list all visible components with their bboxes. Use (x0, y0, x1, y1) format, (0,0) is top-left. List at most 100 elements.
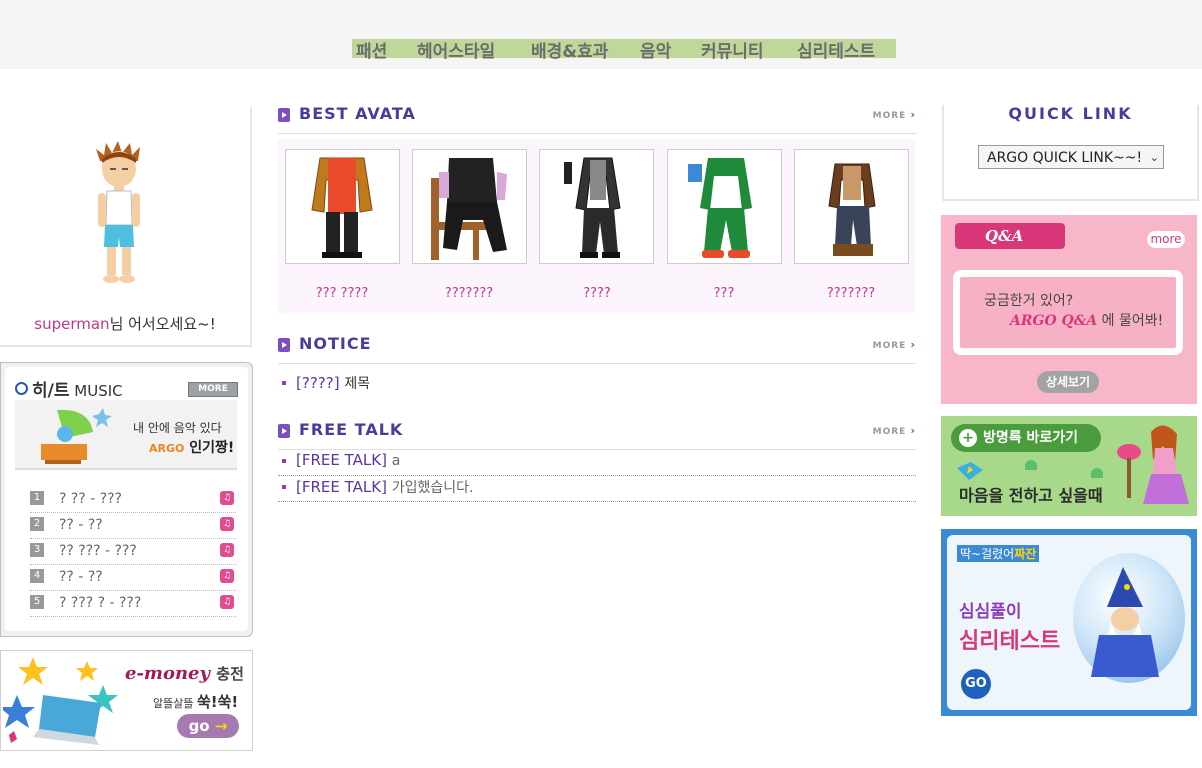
headphone-icon[interactable]: ♫ (220, 517, 234, 531)
heart-icon (1025, 460, 1037, 470)
rank-number: 5 (30, 595, 44, 609)
psych-test-top: 딱~걸렸어짜잔 (957, 545, 1040, 562)
free-talk-category[interactable]: [FREE TALK] (296, 451, 387, 469)
music-row[interactable]: 2 ?? - ?? ♫ (30, 513, 236, 539)
list-bullet-icon (282, 459, 286, 463)
psych-test-go-button[interactable]: GO (961, 669, 991, 699)
qa-line2-rest: 에 물어봐! (1097, 313, 1164, 329)
avata-thumbnail[interactable] (794, 149, 909, 264)
notice-item-line[interactable]: [????] 제목 (296, 373, 370, 393)
nav-background-effect[interactable]: 배경&효과 (531, 37, 608, 62)
chevron-right-icon: › (910, 424, 916, 437)
headphone-icon[interactable]: ♫ (220, 569, 234, 583)
arrow-right-icon: → (214, 717, 228, 735)
headphone-icon[interactable]: ♫ (220, 491, 234, 505)
music-more-button[interactable]: MORE (188, 382, 238, 397)
envelope-icon (957, 462, 983, 480)
psych-test-line1: 심심풀이 (959, 602, 1022, 622)
free-talk-text[interactable]: 가입했습니다. (392, 480, 474, 496)
headphone-icon[interactable]: ♫ (220, 595, 234, 609)
music-banner-popular: 인기짱! (189, 440, 235, 456)
username[interactable]: superman (34, 315, 109, 333)
hit-music-panel: 히/트 MUSIC MORE 내 안에 음악 있다 ARGO 인기짱! 1 ? ?… (5, 367, 248, 631)
free-talk-text[interactable]: a (392, 453, 401, 469)
avata-outfit-image (828, 163, 876, 256)
qa-detail-button[interactable]: 상세보기 (1037, 371, 1099, 393)
nav-hairstyle[interactable]: 헤어스타일 (417, 37, 495, 62)
notice-text[interactable]: 제목 (344, 376, 370, 392)
emoney-banner[interactable]: e-money 충전 알뜰살뜰 쑥!쑥! go → (0, 650, 253, 751)
free-talk-item-line[interactable]: [FREE TALK] 가입했습니다. (296, 477, 473, 497)
best-avata-header: BEST AVATA MORE › (278, 104, 916, 134)
psych-test-top-bold: 짜잔 (1014, 547, 1037, 561)
chevron-right-icon: › (910, 108, 916, 121)
stars-laptop-icon (3, 657, 118, 745)
rank-number: 1 (30, 491, 44, 505)
song-title[interactable]: ? ?? - ??? (59, 491, 122, 507)
rank-number: 2 (30, 517, 44, 531)
chevron-right-icon: › (910, 338, 916, 351)
guestbook-banner[interactable]: 방명록 바로가기 마음을 전하고 싶을때 (941, 416, 1197, 516)
emoney-brand: e-money (125, 663, 210, 684)
chevron-down-icon: ⌄ (1149, 151, 1159, 164)
avata-thumbnail[interactable] (667, 149, 782, 264)
best-avata-more[interactable]: MORE › (873, 108, 916, 121)
avata-outfit-image (688, 158, 752, 258)
avata-outfit-image (311, 157, 373, 258)
song-title[interactable]: ?? ??? - ??? (59, 543, 137, 559)
greeting-suffix: 님 어서오세요~! (109, 315, 216, 333)
avata-thumbnail[interactable] (285, 149, 400, 264)
avata-caption[interactable]: ???? (533, 286, 661, 301)
qa-banner[interactable]: Q&A more 궁금한거 있어? ARGO Q&A 에 물어봐! 상세보기 (941, 215, 1197, 404)
music-row[interactable]: 3 ?? ??? - ??? ♫ (30, 539, 236, 565)
quick-link-title: QUICK LINK (1008, 104, 1133, 123)
wizard-icon (1091, 567, 1159, 677)
top-bar: 패션 헤어스타일 배경&효과 음악 커뮤니티 심리테스트 (0, 0, 1202, 69)
headphone-icon[interactable]: ♫ (220, 543, 234, 557)
qa-more-button[interactable]: more (1147, 231, 1185, 248)
psych-test-banner[interactable]: 딱~걸렸어짜잔 심심풀이 심리테스트 GO (941, 529, 1197, 716)
user-avatar (96, 141, 140, 283)
quick-link-select[interactable]: ARGO QUICK LINK~~! ⌄ (978, 145, 1164, 169)
free-talk-item-line[interactable]: [FREE TALK] a (296, 451, 400, 469)
free-talk-category[interactable]: [FREE TALK] (296, 478, 387, 496)
wizard-globe-icon (1073, 553, 1185, 683)
avata-thumbnail[interactable] (412, 149, 527, 264)
avata-caption[interactable]: ??? ???? (278, 286, 406, 301)
emoney-go-button[interactable]: go → (177, 714, 239, 738)
free-talk-item[interactable]: [FREE TALK] 가입했습니다. (278, 476, 916, 502)
music-banner-line1: 내 안에 음악 있다 (133, 421, 222, 435)
profile-box: superman님 어서오세요~! (0, 107, 252, 347)
free-talk-item[interactable]: [FREE TALK] a (278, 450, 916, 476)
section-bullet-icon (278, 108, 290, 122)
song-title[interactable]: ?? - ?? (59, 517, 103, 533)
music-row[interactable]: 5 ? ??? ? - ??? ♫ (30, 591, 236, 617)
notice-category[interactable]: [????] (296, 374, 340, 392)
nav-music[interactable]: 음악 (640, 37, 671, 62)
best-avata-panel: ??? ???? ??????? ???? ??? ??????? (278, 139, 915, 313)
avata-caption[interactable]: ??? (660, 286, 788, 301)
hit-music-title-rest: MUSIC (74, 382, 123, 400)
quick-link-box: QUICK LINK ARGO QUICK LINK~~! ⌄ (942, 104, 1199, 201)
hit-music-title: 히/트 MUSIC (15, 376, 123, 401)
free-talk-more[interactable]: MORE › (873, 424, 916, 437)
free-talk-more-label: MORE (872, 427, 907, 437)
avata-outfit-image (431, 158, 507, 260)
avata-caption[interactable]: ??????? (405, 286, 533, 301)
song-title[interactable]: ? ??? ? - ??? (59, 595, 141, 611)
notice-item[interactable]: [????] 제목 (278, 372, 916, 397)
nav-fashion[interactable]: 패션 (356, 37, 387, 62)
song-title[interactable]: ?? - ?? (59, 569, 103, 585)
nav-psych-test[interactable]: 심리테스트 (797, 37, 875, 62)
avata-caption[interactable]: ??????? (787, 286, 915, 301)
psych-test-top-text: 딱~걸렸어 (960, 547, 1015, 561)
emoney-tagline-bold: 쑥!쑥! (196, 693, 239, 711)
qa-title: Q&A (955, 223, 1065, 249)
notice-more[interactable]: MORE › (873, 338, 916, 351)
music-banner[interactable]: 내 안에 음악 있다 ARGO 인기짱! (15, 400, 237, 470)
music-row[interactable]: 1 ? ?? - ??? ♫ (30, 487, 236, 513)
avata-thumbnail[interactable] (539, 149, 654, 264)
nav-community[interactable]: 커뮤니티 (701, 37, 764, 62)
guestbook-button[interactable]: 방명록 바로가기 (951, 424, 1101, 452)
music-row[interactable]: 4 ?? - ?? ♫ (30, 565, 236, 591)
